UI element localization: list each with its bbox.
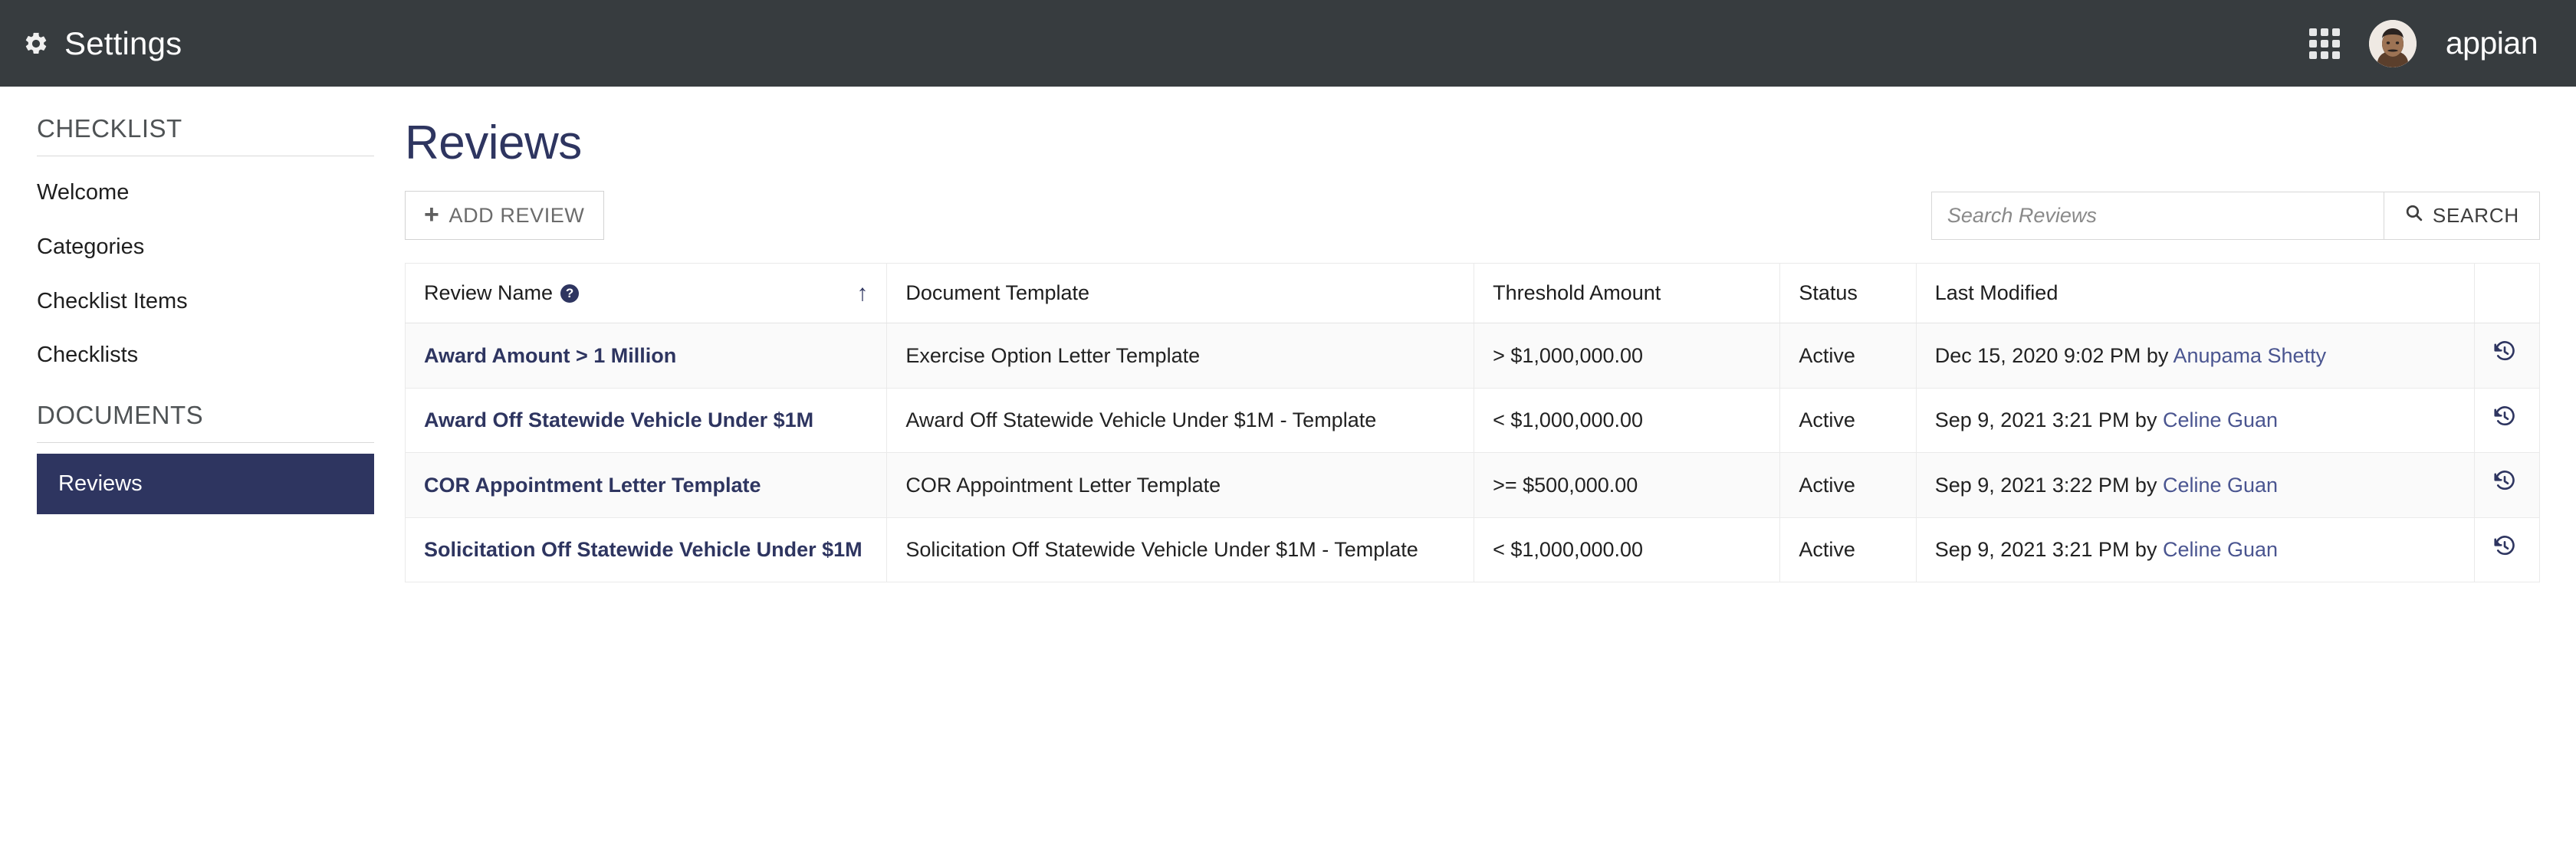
last-modified-user-link[interactable]: Celine Guan (2163, 538, 2278, 561)
history-icon[interactable] (2493, 535, 2516, 558)
nav-divider-documents (37, 442, 374, 444)
column-header-status[interactable]: Status (1779, 263, 1917, 324)
nav-group-checklist: CHECKLIST Welcome Categories Checklist I… (0, 114, 405, 382)
topbar-right-group: appian (2308, 19, 2538, 67)
appian-logo: appian (2445, 25, 2538, 61)
page-title: Reviews (405, 116, 582, 169)
main-content: Reviews + ADD REVIEW SEARCH (404, 87, 2576, 582)
last-modified-user-link[interactable]: Anupama Shetty (2173, 344, 2326, 367)
cell-actions (2474, 387, 2540, 454)
avatar[interactable] (2368, 19, 2417, 67)
table-row: Award Off Statewide Vehicle Under $1M Aw… (404, 387, 2540, 454)
review-name-link[interactable]: Solicitation Off Statewide Vehicle Under… (424, 538, 863, 561)
cell-document-template: Solicitation Off Statewide Vehicle Under… (886, 517, 1475, 582)
last-modified-text: Sep 9, 2021 3:21 PM by (1934, 408, 2163, 432)
last-modified-text: Sep 9, 2021 3:21 PM by (1934, 538, 2163, 561)
reviews-table: Review Name ? ↑ Document Template Thresh… (404, 263, 2540, 582)
app-title: Settings (64, 25, 182, 61)
last-modified-user-link[interactable]: Celine Guan (2163, 474, 2278, 497)
cell-threshold-amount: >= $500,000.00 (1474, 452, 1781, 518)
cell-document-template: Award Off Statewide Vehicle Under $1M - … (886, 387, 1475, 454)
cell-last-modified: Sep 9, 2021 3:21 PM by Celine Guan (1915, 517, 2476, 582)
search-input[interactable] (1930, 191, 2384, 240)
topbar-left-group: Settings (23, 25, 182, 62)
search-icon (2404, 203, 2423, 228)
search-button-label: SEARCH (2432, 203, 2519, 227)
cell-actions (2474, 323, 2540, 389)
cell-status: Active (1779, 452, 1917, 518)
search-button[interactable]: SEARCH (2383, 191, 2540, 240)
nav-list-checklist: Welcome Categories Checklist Items Check… (0, 156, 405, 382)
top-navigation-bar: Settings appian (0, 0, 2576, 87)
cell-actions (2474, 517, 2540, 582)
plus-icon: + (424, 200, 440, 230)
review-name-link[interactable]: Award Off Statewide Vehicle Under $1M (424, 408, 813, 431)
history-icon[interactable] (2493, 340, 2516, 363)
nav-group-title-checklist: CHECKLIST (37, 114, 182, 143)
page-body: CHECKLIST Welcome Categories Checklist I… (0, 87, 2576, 582)
review-name-link[interactable]: Award Amount > 1 Million (424, 344, 676, 367)
cell-review-name: COR Appointment Letter Template (404, 452, 888, 518)
cell-last-modified: Dec 15, 2020 9:02 PM by Anupama Shetty (1915, 323, 2476, 389)
gear-icon[interactable] (23, 31, 49, 57)
column-header-last-modified[interactable]: Last Modified (1915, 263, 2476, 324)
cell-threshold-amount: < $1,000,000.00 (1474, 517, 1781, 582)
table-row: Award Amount > 1 Million Exercise Option… (404, 323, 2540, 389)
table-header-row: Review Name ? ↑ Document Template Thresh… (404, 263, 2540, 324)
review-name-link[interactable]: COR Appointment Letter Template (424, 474, 761, 497)
column-header-document-template[interactable]: Document Template (886, 263, 1475, 324)
cell-review-name: Award Amount > 1 Million (404, 323, 888, 389)
app-grid-icon[interactable] (2308, 28, 2340, 59)
cell-threshold-amount: < $1,000,000.00 (1474, 387, 1781, 454)
table-row: Solicitation Off Statewide Vehicle Under… (404, 517, 2540, 582)
table-body: Award Amount > 1 Million Exercise Option… (404, 323, 2540, 582)
cell-review-name: Award Off Statewide Vehicle Under $1M (404, 387, 888, 454)
sidebar-item-checklist-items[interactable]: Checklist Items (0, 274, 405, 329)
history-icon[interactable] (2493, 405, 2516, 428)
add-review-label: ADD REVIEW (449, 203, 585, 227)
last-modified-user-link[interactable]: Celine Guan (2163, 408, 2278, 431)
cell-last-modified: Sep 9, 2021 3:21 PM by Celine Guan (1915, 387, 2476, 454)
column-header-review-name-label: Review Name (424, 281, 554, 305)
cell-document-template: Exercise Option Letter Template (886, 323, 1475, 389)
table-header: Review Name ? ↑ Document Template Thresh… (404, 263, 2540, 324)
cell-status: Active (1779, 323, 1917, 389)
cell-status: Active (1779, 387, 1917, 454)
cell-document-template: COR Appointment Letter Template (886, 452, 1475, 518)
cell-last-modified: Sep 9, 2021 3:22 PM by Celine Guan (1915, 452, 2476, 518)
sidebar-item-categories[interactable]: Categories (0, 220, 405, 274)
add-review-button[interactable]: + ADD REVIEW (405, 191, 604, 241)
sort-ascending-icon[interactable]: ↑ (856, 281, 868, 305)
sidebar-item-welcome[interactable]: Welcome (0, 166, 405, 220)
help-circle-icon[interactable]: ? (560, 284, 580, 303)
nav-group-documents: DOCUMENTS Reviews (0, 401, 405, 514)
last-modified-text: Dec 15, 2020 9:02 PM by (1934, 343, 2174, 367)
table-row: COR Appointment Letter Template COR Appo… (404, 452, 2540, 518)
column-header-threshold-amount[interactable]: Threshold Amount (1474, 263, 1781, 324)
nav-group-title-documents: DOCUMENTS (37, 401, 204, 430)
column-header-actions (2474, 263, 2540, 324)
history-icon[interactable] (2493, 470, 2516, 493)
sidebar-item-reviews[interactable]: Reviews (37, 454, 374, 514)
cell-actions (2474, 452, 2540, 518)
cell-status: Active (1779, 517, 1917, 582)
last-modified-text: Sep 9, 2021 3:22 PM by (1934, 473, 2163, 497)
toolbar: + ADD REVIEW SEARCH (405, 191, 2540, 241)
column-header-review-name[interactable]: Review Name ? ↑ (404, 263, 888, 324)
sidebar-item-checklists[interactable]: Checklists (0, 328, 405, 382)
cell-review-name: Solicitation Off Statewide Vehicle Under… (404, 517, 888, 582)
search-group: SEARCH (1930, 191, 2540, 240)
cell-threshold-amount: > $1,000,000.00 (1474, 323, 1781, 389)
sidebar: CHECKLIST Welcome Categories Checklist I… (0, 87, 405, 514)
